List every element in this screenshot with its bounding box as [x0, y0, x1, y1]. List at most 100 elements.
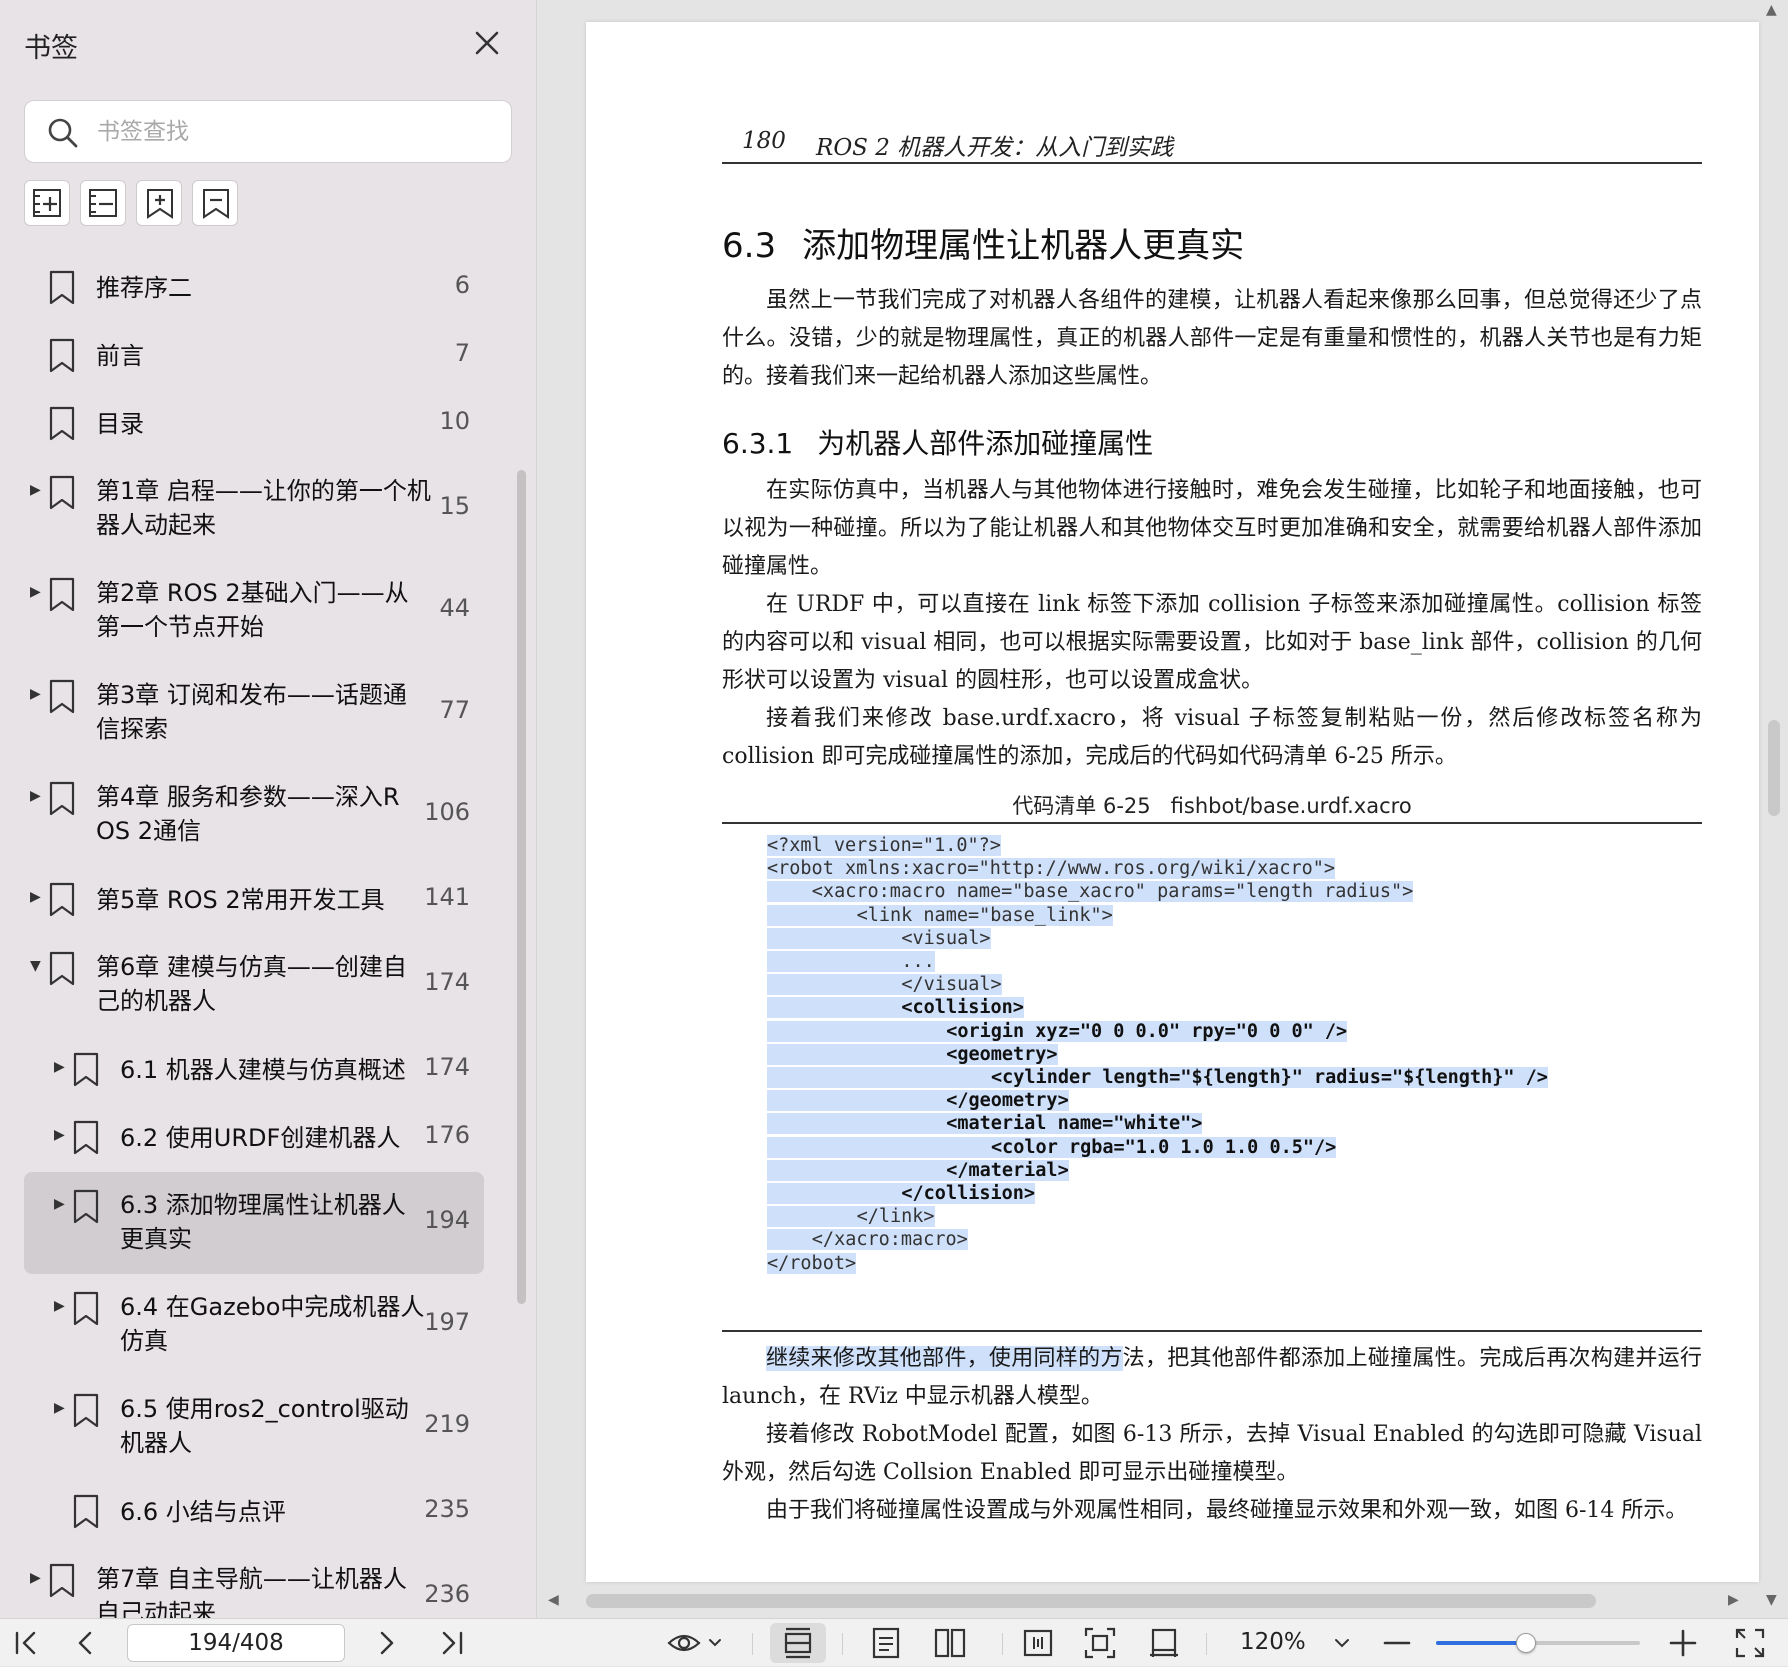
code-line-text[interactable]: <geometry>: [767, 1043, 1058, 1065]
bookmark-item[interactable]: ▶ 第3章 订阅和发布——话题通 信探索 77: [24, 662, 484, 764]
fit-width-icon: [1023, 1629, 1053, 1657]
bookmark-label: 机器人: [120, 1429, 192, 1457]
bookmark-item[interactable]: ▶ 第7章 自主导航——让机器人 自己动起来 236: [24, 1546, 484, 1618]
close-icon[interactable]: [470, 26, 504, 60]
running-header: 180 ROS 2 机器人开发：从入门到实践: [722, 106, 1702, 164]
code-line-text[interactable]: <cylinder length="${length}" radius="${l…: [767, 1067, 1548, 1088]
next-page-button[interactable]: [370, 1625, 402, 1661]
previous-page-button[interactable]: [70, 1625, 102, 1661]
caret-right-icon[interactable]: ▶: [30, 482, 46, 502]
code-line-text[interactable]: </geometry>: [767, 1090, 1069, 1112]
reading-mode-button[interactable]: [666, 1625, 726, 1661]
bookmark-label: 第6章 建模与仿真——创建自: [96, 953, 407, 981]
caret-right-icon[interactable]: ▶: [54, 1298, 70, 1318]
caret-right-icon[interactable]: ▶: [30, 889, 46, 909]
fit-width-button[interactable]: [1020, 1625, 1056, 1661]
vertical-scrollbar[interactable]: [1768, 720, 1780, 816]
code-line-text[interactable]: <link name="base_link">: [767, 904, 1113, 926]
bookmark-item[interactable]: ▼ 第6章 建模与仿真——创建自 己的机器人 174: [24, 934, 484, 1036]
zoom-dropdown-button[interactable]: [1330, 1625, 1354, 1661]
bookmark-item[interactable]: ▶ 6.3 添加物理属性让机器人 更真实 194: [24, 1172, 484, 1274]
code-line-text[interactable]: <robot xmlns:xacro="http://www.ros.org/w…: [767, 858, 1336, 880]
scroll-left-arrow-icon[interactable]: ◀: [548, 1592, 559, 1608]
code-line-text[interactable]: </link>: [767, 1206, 935, 1228]
code-line-text[interactable]: </robot>: [767, 1252, 857, 1274]
single-page-button[interactable]: [868, 1625, 904, 1661]
code-line-text[interactable]: <material name="white">: [767, 1113, 1203, 1135]
subsection-heading: 6.3.1 为机器人部件添加碰撞属性: [722, 427, 1154, 460]
code-line-text[interactable]: <?xml version="1.0"?>: [767, 835, 1001, 856]
code-line-text[interactable]: <xacro:macro name="base_xacro" params="l…: [767, 881, 1414, 903]
fit-page-button[interactable]: [1082, 1625, 1118, 1661]
zoom-level[interactable]: 120%: [1240, 1629, 1306, 1655]
fullscreen-button[interactable]: [1732, 1625, 1768, 1661]
bookmark-page-number: 197: [424, 1308, 470, 1336]
paragraph-3: 接着我们来修改 base.urdf.xacro，将 visual 子标签复制粘贴…: [722, 706, 1702, 769]
code-line: <xacro:macro name="base_xacro" params="l…: [767, 880, 1414, 904]
code-line-text[interactable]: <color rgba="1.0 1.0 1.0 0.5"/>: [767, 1136, 1337, 1158]
bookmark-icon: [49, 338, 75, 373]
page-number-input[interactable]: [127, 1624, 345, 1662]
add-bookmark-button[interactable]: [136, 180, 182, 226]
code-line-text[interactable]: </visual>: [767, 974, 1002, 996]
bookmark-item[interactable]: 推荐序二 6: [24, 254, 484, 322]
caret-right-icon[interactable]: ▶: [30, 788, 46, 808]
sidebar-scrollbar[interactable]: [517, 470, 526, 1304]
first-page-button[interactable]: [10, 1625, 42, 1661]
zoom-slider[interactable]: [1436, 1633, 1640, 1653]
caret-right-icon[interactable]: ▶: [54, 1127, 70, 1147]
caret-right-icon[interactable]: ▶: [54, 1400, 70, 1420]
caret-right-icon[interactable]: ▶: [30, 1570, 46, 1590]
chevron-left-icon: [78, 1631, 92, 1655]
bookmark-item[interactable]: ▶ 第4章 服务和参数——深入R OS 2通信 106: [24, 764, 484, 866]
bookmark-item[interactable]: 目录 10: [24, 390, 484, 458]
code-line-text[interactable]: </material>: [767, 1159, 1069, 1181]
code-line-text[interactable]: <origin xyz="0 0 0.0" rpy="0 0 0" />: [767, 1020, 1348, 1042]
zoom-out-button[interactable]: [1382, 1625, 1412, 1661]
bookmark-item[interactable]: ▶ 第2章 ROS 2基础入门——从 第一个节点开始 44: [24, 560, 484, 662]
last-page-button[interactable]: [436, 1625, 468, 1661]
bookmark-page-number: 194: [424, 1206, 470, 1234]
horizontal-scrollbar[interactable]: [586, 1594, 1596, 1608]
bookmark-page-number: 174: [424, 1053, 470, 1081]
expand-all-button[interactable]: [24, 180, 70, 226]
bookmark-item[interactable]: ▶ 6.2 使用URDF创建机器人 176: [24, 1104, 484, 1172]
code-line-text[interactable]: </collision>: [767, 1183, 1036, 1204]
two-page-button[interactable]: [932, 1625, 968, 1661]
bookmark-item[interactable]: ▶ 6.4 在Gazebo中完成机器人 仿真 197: [24, 1274, 484, 1376]
bookmark-search-input[interactable]: [97, 111, 497, 153]
code-line-text[interactable]: ...: [767, 951, 935, 972]
code-line: </robot>: [767, 1252, 857, 1276]
caret-right-icon[interactable]: ▶: [30, 584, 46, 604]
two-page-icon: [934, 1628, 966, 1658]
zoom-slider-fill: [1436, 1641, 1526, 1645]
scroll-right-arrow-icon[interactable]: ▶: [1728, 1592, 1739, 1608]
bookmark-item[interactable]: ▶ 第1章 启程——让你的第一个机 器人动起来 15: [24, 458, 484, 560]
bookmark-item[interactable]: 前言 7: [24, 322, 484, 390]
code-line-text[interactable]: <collision>: [767, 997, 1024, 1019]
code-line-text[interactable]: <visual>: [767, 927, 991, 949]
scroll-down-arrow-icon[interactable]: ▼: [1766, 1592, 1777, 1608]
remove-bookmark-button[interactable]: [192, 180, 238, 226]
bookmark-item[interactable]: ▶ 第5章 ROS 2常用开发工具 141: [24, 866, 484, 934]
continuous-scroll-button[interactable]: [770, 1623, 826, 1663]
code-listing-caption: 代码清单 6-25 fishbot/base.urdf.xacro: [1012, 794, 1412, 818]
bookmark-label: 6.2 使用URDF创建机器人: [120, 1124, 401, 1152]
bookmark-item[interactable]: ▶ 6.5 使用ros2_control驱动 机器人 219: [24, 1376, 484, 1478]
bookmark-page-number: 6: [454, 271, 470, 299]
zoom-in-button[interactable]: [1668, 1625, 1698, 1661]
code-line-text[interactable]: </xacro:macro>: [767, 1229, 968, 1251]
caret-right-icon[interactable]: ▶: [54, 1196, 70, 1216]
rotate-page-button[interactable]: [1146, 1625, 1182, 1661]
paragraph-1: 在实际仿真中，当机器人与其他物体进行接触时，难免会发生碰撞，比如轮子和地面接触，…: [722, 478, 1702, 579]
zoom-slider-handle[interactable]: [1515, 1633, 1536, 1653]
caret-right-icon[interactable]: ▶: [54, 1059, 70, 1079]
collapse-all-button[interactable]: [80, 180, 126, 226]
scroll-up-arrow-icon[interactable]: ▲: [1766, 2, 1777, 18]
bookmark-item[interactable]: ▶ 6.1 机器人建模与仿真概述 174: [24, 1036, 484, 1104]
selected-text[interactable]: 继续来修改其他部件，使用同样的方: [766, 1346, 1123, 1371]
code-line: <?xml version="1.0"?>: [767, 834, 1001, 858]
bookmark-item[interactable]: 6.6 小结与点评 235: [24, 1478, 484, 1546]
caret-down-icon[interactable]: ▼: [30, 958, 46, 978]
caret-right-icon[interactable]: ▶: [30, 686, 46, 706]
